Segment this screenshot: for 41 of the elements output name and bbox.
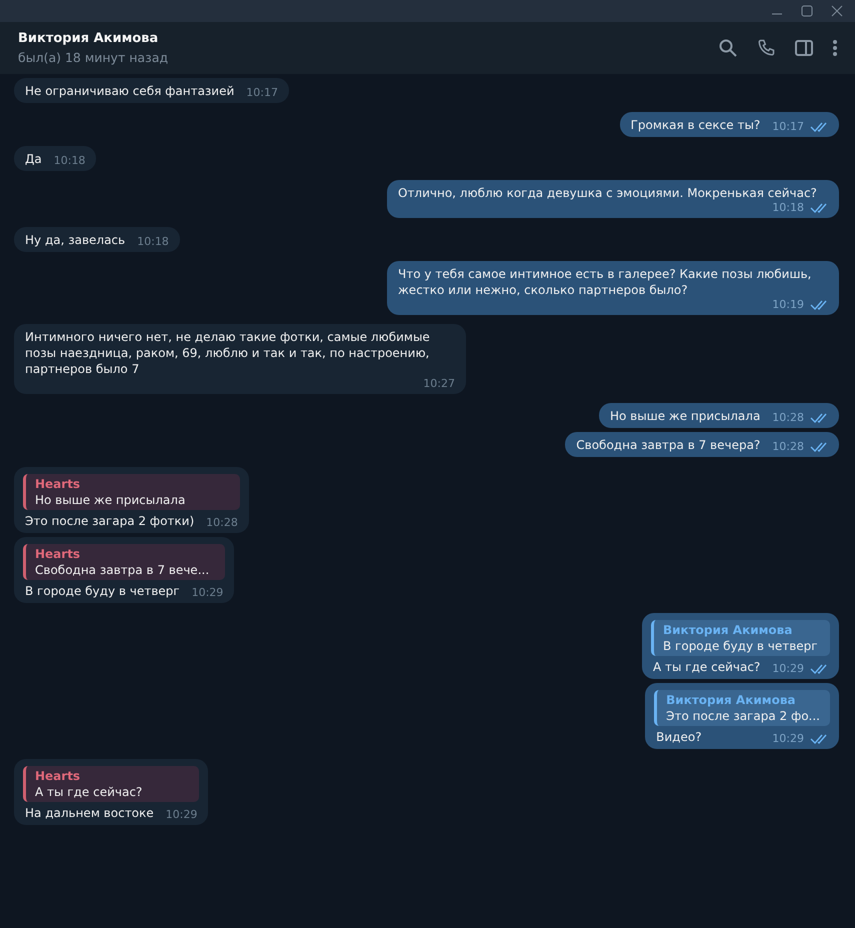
message-time: 10:29 bbox=[772, 662, 804, 675]
message-time: 10:27 bbox=[423, 377, 455, 390]
reply-quote[interactable]: Виктория Акимова В городе буду в четверг bbox=[651, 620, 830, 656]
message-time: 10:28 bbox=[206, 516, 238, 529]
message-time: 10:17 bbox=[246, 86, 278, 99]
maximize-icon[interactable] bbox=[801, 5, 813, 17]
reply-quote[interactable]: Hearts А ты где сейчас? bbox=[23, 766, 200, 802]
message-text: Отлично, люблю когда девушка с эмоциями. Мокренькая сейчас? bbox=[398, 185, 817, 201]
message-text: Громкая в сексе ты? bbox=[630, 117, 760, 133]
reply-quote[interactable]: Hearts Но выше же присылала bbox=[23, 474, 240, 510]
more-icon[interactable] bbox=[833, 39, 837, 57]
reply-quote[interactable]: Hearts Свободна завтра в 7 вече... bbox=[23, 544, 226, 580]
last-seen-status: был(а) 18 минут назад bbox=[18, 50, 168, 65]
message-time: 10:29 bbox=[772, 732, 804, 745]
contact-name: Виктория Акимова bbox=[18, 31, 160, 46]
message-time: 10:29 bbox=[166, 808, 198, 821]
message-time: 10:18 bbox=[772, 201, 804, 214]
message-time: 10:17 bbox=[772, 120, 804, 133]
message-time: 10:19 bbox=[772, 298, 804, 311]
message-text: Интимного ничего нет, не делаю такие фотки, самые любимые позы наездница, раком, 69, люблю и так и так, по настроению, партнеров было 7 bbox=[25, 329, 431, 377]
message-time: 10:18 bbox=[54, 154, 86, 167]
message-text: Ну да, завелась bbox=[25, 232, 126, 248]
message-text: Но выше же присылала bbox=[610, 408, 760, 424]
message-text: Что у тебя самое интимное есть в галерее? Какие позы любишь, жестко или нежно, сколько партнеров было? bbox=[398, 266, 812, 298]
sidebar-icon[interactable] bbox=[795, 39, 813, 57]
message-text: А ты где сейчас? bbox=[653, 659, 760, 675]
message-text: Да bbox=[25, 151, 42, 167]
message-text: Видео? bbox=[656, 729, 702, 745]
message-time: 10:18 bbox=[137, 235, 169, 248]
search-icon[interactable] bbox=[719, 39, 737, 57]
message-text: Это после загара 2 фотки) bbox=[25, 513, 194, 529]
message-text: Не ограничиваю себя фантазией bbox=[25, 83, 234, 99]
message-time: 10:28 bbox=[772, 440, 804, 453]
message-time: 10:28 bbox=[772, 411, 804, 424]
close-icon[interactable] bbox=[831, 5, 843, 17]
phone-icon[interactable] bbox=[757, 39, 775, 57]
message-time: 10:29 bbox=[192, 586, 224, 599]
message-text: На дальнем востоке bbox=[25, 805, 154, 821]
message-text: Свободна завтра в 7 вечера? bbox=[576, 437, 760, 453]
message-text: В городе буду в четверг bbox=[25, 583, 180, 599]
reply-quote[interactable]: Виктория Акимова Это после загара 2 фо... bbox=[654, 690, 830, 726]
